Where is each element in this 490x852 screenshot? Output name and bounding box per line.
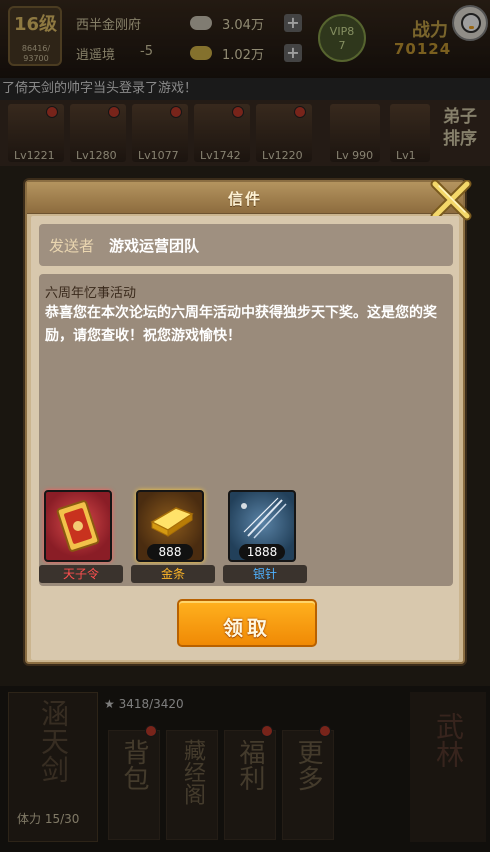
dialog-title-bar: 信件 bbox=[27, 182, 463, 214]
gold-bar-icon bbox=[150, 507, 194, 537]
reward-quantity: 888 bbox=[147, 544, 193, 560]
reward-item[interactable]: 1888 银针 bbox=[223, 490, 307, 583]
mail-subject: 六周年忆事活动 bbox=[45, 286, 137, 301]
reward-frame bbox=[44, 490, 112, 562]
sender-name: 游戏运营团队 bbox=[109, 237, 200, 255]
mail-body: 恭喜您在本次论坛的六周年活动中获得独步天下奖。这是您的奖励，请您查收！祝您游戏愉… bbox=[45, 305, 437, 344]
reward-name: 天子令 bbox=[39, 565, 123, 583]
token-icon bbox=[56, 500, 100, 552]
silver-needle-icon bbox=[241, 497, 287, 539]
claim-button[interactable]: 领取 bbox=[177, 599, 317, 647]
sender-label: 发送者 bbox=[49, 237, 95, 255]
sender-row: 发送者 游戏运营团队 bbox=[39, 224, 453, 266]
dialog-title: 信件 bbox=[227, 190, 262, 208]
reward-name: 金条 bbox=[131, 565, 215, 583]
dialog-body: 发送者 游戏运营团队 六周年忆事活动 恭喜您在本次论坛的六周年活动中获得独步天下… bbox=[31, 216, 459, 660]
reward-name: 银针 bbox=[223, 565, 307, 583]
reward-item[interactable]: 天子令 bbox=[39, 490, 123, 583]
claim-button-label: 领取 bbox=[223, 616, 271, 640]
mail-content: 六周年忆事活动 恭喜您在本次论坛的六周年活动中获得独步天下奖。这是您的奖励，请您… bbox=[39, 274, 453, 586]
reward-quantity: 1888 bbox=[239, 544, 285, 560]
reward-item[interactable]: 888 金条 bbox=[131, 490, 215, 583]
mail-dialog: 信件 发送者 游戏运营团队 六周年忆事活动 恭喜您在本次论坛的六周年活动中获得独… bbox=[25, 179, 472, 664]
